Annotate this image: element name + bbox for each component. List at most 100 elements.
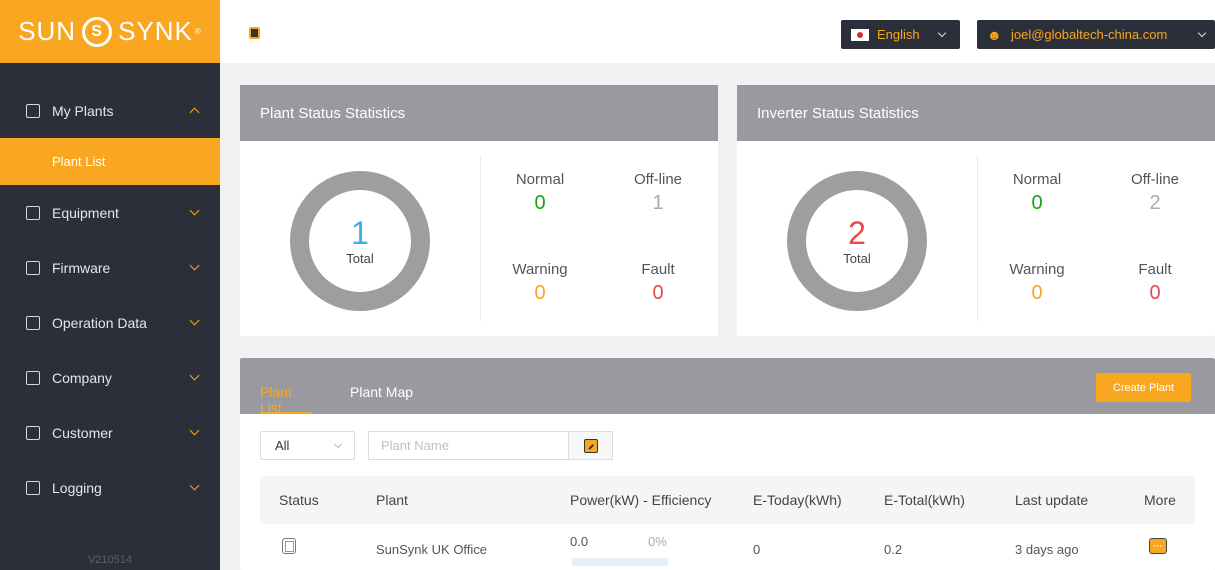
total-label: Total	[843, 250, 871, 266]
search-button[interactable]	[568, 431, 613, 460]
sidebar-item-operation-data[interactable]: Operation Data	[0, 295, 220, 350]
upload-icon	[26, 260, 40, 275]
sidebar-item-firmware[interactable]: Firmware	[0, 240, 220, 295]
top-bar: English ☻ joel@globaltech-china.com	[220, 0, 1215, 63]
chevron-down-icon	[189, 205, 200, 216]
plant-list-header: Plant List Plant Map Create Plant	[240, 358, 1215, 416]
building-icon	[26, 370, 40, 385]
efficiency-bar	[572, 558, 668, 566]
column-header-last-update: Last update	[1015, 492, 1089, 508]
tab-plant-list[interactable]: Plant List	[260, 384, 312, 416]
table-header: Status Plant Power(kW) - Efficiency E-To…	[260, 476, 1195, 524]
language-label: English	[877, 27, 920, 42]
column-header-more: More	[1144, 492, 1176, 508]
column-header-e-total: E-Total(kWh)	[884, 492, 965, 508]
create-plant-button[interactable]: Create Plant	[1096, 373, 1191, 402]
menu-toggle-icon[interactable]	[249, 27, 260, 39]
chevron-down-icon	[189, 425, 200, 436]
plant-list-card: Plant List Plant Map Create Plant All St…	[240, 358, 1215, 570]
stat-label: Normal	[515, 171, 565, 188]
logo-registered-mark: ®	[194, 27, 202, 36]
table-row[interactable]: SunSynk UK Office 0.0 0% 0 0.2 3 days ag…	[260, 524, 1195, 570]
stat-label: Warning	[512, 261, 568, 278]
stat-label: Fault	[1138, 261, 1172, 278]
home-icon	[26, 103, 40, 118]
stat-label: Normal	[1012, 171, 1062, 188]
monitor-icon	[26, 205, 40, 220]
filter-value: All	[275, 438, 290, 453]
logo-text-left: SUN	[18, 16, 77, 46]
stat-label: Off-line	[1130, 171, 1180, 188]
warning-stat: Warning 0	[987, 261, 1087, 305]
column-header-power: Power(kW) - Efficiency	[570, 492, 712, 508]
stat-label: Warning	[1009, 261, 1065, 278]
stat-value: 0	[1031, 192, 1043, 214]
users-icon: ☻	[987, 26, 1002, 43]
inverter-total-donut: 2 Total	[787, 171, 927, 311]
calendar-icon	[26, 315, 40, 330]
logo-mark-icon: S	[82, 16, 113, 47]
sidebar-item-label: Logging	[52, 479, 102, 496]
power-cell: 0.0	[570, 534, 589, 549]
chevron-down-icon	[333, 439, 343, 449]
e-today-cell: 0	[753, 542, 761, 557]
sidebar-item-label: Customer	[52, 424, 113, 441]
logo-text-right: SYNK	[118, 16, 193, 46]
efficiency-cell: 0%	[648, 534, 667, 549]
card-title: Inverter Status Statistics	[737, 85, 1215, 141]
sidebar-item-label: My Plants	[52, 102, 114, 119]
chevron-down-icon	[189, 260, 200, 271]
more-icon[interactable]: ···	[1149, 538, 1167, 554]
sidebar-subitem-plant-list[interactable]: Plant List	[0, 138, 220, 185]
inverter-status-card: Inverter Status Statistics 2 Total Norma…	[737, 85, 1215, 336]
user-email: joel@globaltech-china.com	[1011, 27, 1168, 42]
sidebar-item-logging[interactable]: Logging	[0, 460, 220, 515]
chevron-down-icon	[937, 28, 947, 38]
flag-icon	[851, 28, 869, 41]
column-header-plant: Plant	[376, 492, 408, 508]
plant-name-cell[interactable]: SunSynk UK Office	[376, 542, 487, 557]
sidebar-nav: My Plants Plant List Equipment Firmware …	[0, 83, 220, 515]
offline-stat: Off-line 2	[1105, 171, 1205, 215]
sidebar-item-equipment[interactable]: Equipment	[0, 185, 220, 240]
divider	[480, 155, 481, 321]
tab-plant-map[interactable]: Plant Map	[350, 384, 420, 414]
e-total-cell: 0.2	[884, 542, 903, 557]
card-title: Plant Status Statistics	[240, 85, 718, 141]
logo[interactable]: SUN S SYNK ®	[0, 0, 220, 63]
sidebar-item-customer[interactable]: Customer	[0, 405, 220, 460]
sidebar: SUN S SYNK ® My Plants Plant List Equipm…	[0, 0, 220, 570]
user-menu[interactable]: ☻ joel@globaltech-china.com	[977, 20, 1215, 49]
plant-name-search-input[interactable]	[368, 431, 568, 460]
plant-total-donut: 1 Total	[290, 171, 430, 311]
normal-stat: Normal 0	[987, 171, 1087, 215]
stat-value: 0	[534, 192, 546, 214]
stat-value: 0	[1149, 282, 1161, 304]
search-icon	[583, 438, 598, 453]
sidebar-item-label: Company	[52, 369, 112, 386]
chevron-down-icon	[189, 370, 200, 381]
total-label: Total	[346, 250, 374, 266]
column-header-e-today: E-Today(kWh)	[753, 492, 842, 508]
divider	[977, 155, 978, 321]
column-header-status: Status	[279, 492, 319, 508]
normal-stat: Normal 0	[490, 171, 590, 215]
chevron-up-icon	[189, 107, 200, 118]
last-update-cell: 3 days ago	[1015, 542, 1079, 557]
sidebar-item-company[interactable]: Company	[0, 350, 220, 405]
sidebar-item-label: Operation Data	[52, 314, 147, 331]
language-selector[interactable]: English	[841, 20, 960, 49]
fault-stat: Fault 0	[1105, 261, 1205, 305]
status-filter-select[interactable]: All	[260, 431, 355, 460]
chevron-down-icon	[1197, 28, 1207, 38]
total-value: 1	[351, 214, 369, 251]
log-icon	[26, 480, 40, 495]
sidebar-item-my-plants[interactable]: My Plants	[0, 83, 220, 138]
sidebar-item-label: Firmware	[52, 259, 111, 276]
plant-status-card: Plant Status Statistics 1 Total Normal 0…	[240, 85, 718, 336]
warning-stat: Warning 0	[490, 261, 590, 305]
total-value: 2	[848, 214, 866, 251]
stat-label: Off-line	[633, 171, 683, 188]
stat-value: 2	[1149, 192, 1161, 214]
stat-value: 0	[652, 282, 664, 304]
